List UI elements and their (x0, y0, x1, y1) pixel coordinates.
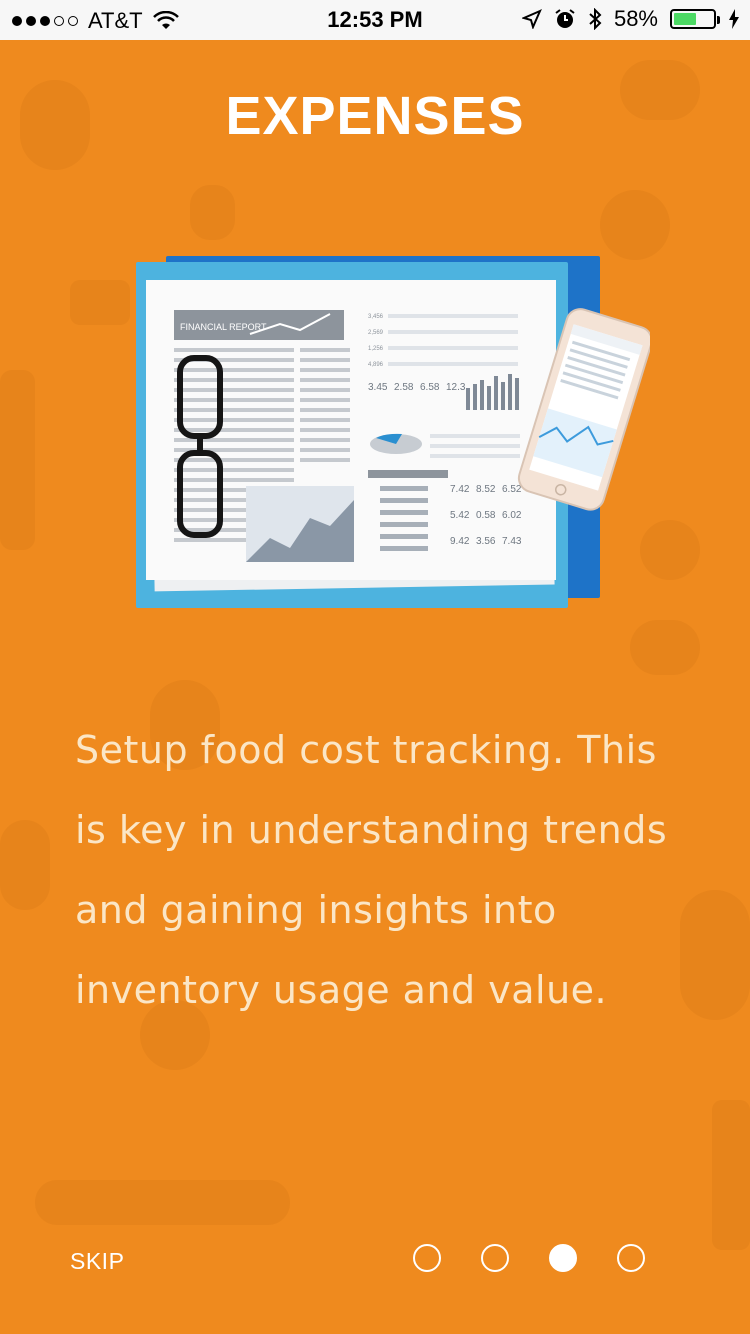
onboarding-screen: EXPENSES FINANCIAL REPORT 3,456 2,569 1,… (0, 40, 750, 1334)
table-r2-c2: 0.58 (476, 510, 496, 521)
page-dot-4[interactable] (617, 1244, 645, 1272)
table-r3-c3: 7.43 (502, 536, 522, 547)
table-r2-c3: 6.02 (502, 510, 522, 521)
page-indicator (413, 1244, 645, 1272)
table-r1-c2: 8.52 (476, 484, 496, 495)
table-r2-c1: 5.42 (450, 510, 470, 521)
location-arrow-icon (521, 9, 542, 29)
page-title: EXPENSES (225, 86, 525, 146)
expenses-illustration: FINANCIAL REPORT 3,456 2,569 1,256 4,896… (136, 256, 650, 608)
page-dot-2[interactable] (481, 1244, 509, 1272)
onboarding-description: Setup food cost tracking. This is key in… (75, 728, 668, 1012)
table-r3-c2: 3.56 (476, 536, 496, 547)
left-value-2: 2,569 (368, 330, 384, 336)
bluetooth-icon (589, 8, 602, 30)
status-right: 58% (521, 6, 740, 32)
table-r1-c3: 6.52 (502, 484, 522, 495)
charging-bolt-icon (729, 9, 739, 29)
row1-value-1: 3.45 (368, 382, 388, 393)
skip-button[interactable]: SKIP (70, 1248, 124, 1275)
row1-value-3: 6.58 (420, 382, 440, 393)
page-dot-3[interactable] (549, 1244, 577, 1272)
left-value-1: 3,456 (368, 314, 384, 320)
page-dot-1[interactable] (413, 1244, 441, 1272)
table-r3-c1: 9.42 (450, 536, 470, 547)
left-value-4: 4,896 (368, 362, 384, 368)
left-value-3: 1,256 (368, 346, 384, 352)
battery-icon (670, 9, 720, 29)
status-bar: AT&T 12:53 PM 58% (0, 0, 750, 40)
alarm-clock-icon (555, 9, 575, 28)
table-r1-c1: 7.42 (450, 484, 470, 495)
row1-value-2: 2.58 (394, 382, 414, 393)
report-title-text: FINANCIAL REPORT (180, 322, 267, 332)
battery-percent: 58% (613, 6, 658, 31)
row1-value-4: 12.3 (446, 382, 466, 393)
